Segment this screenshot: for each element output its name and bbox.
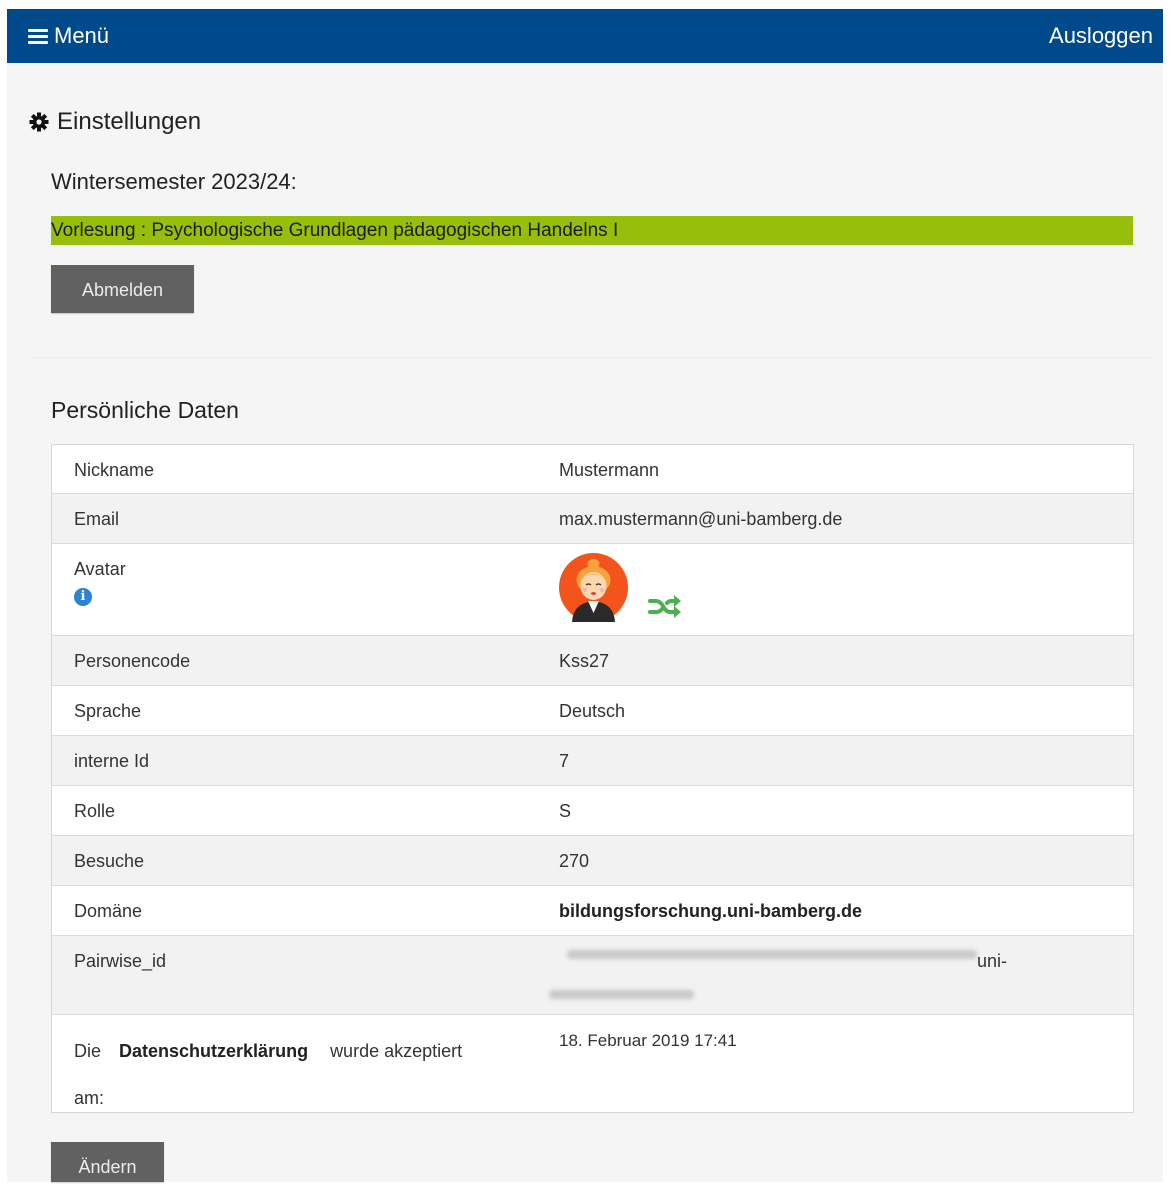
row-value: bildungsforschung.uni-bamberg.de: [559, 901, 862, 921]
avatar: [559, 553, 628, 622]
unsubscribe-button[interactable]: Abmelden: [51, 265, 194, 313]
semester-heading: Wintersemester 2023/24:: [51, 169, 297, 194]
table-row-avatar: Avatar i: [52, 543, 1133, 635]
table-row-email: Email max.mustermann@uni-bamberg.de: [52, 493, 1133, 543]
page-title: Einstellungen: [29, 107, 201, 137]
row-label: Email: [74, 509, 120, 529]
top-navbar: Menü Ausloggen: [7, 9, 1163, 63]
row-value: uni-: [977, 951, 1008, 971]
personal-data-heading: Persönliche Daten: [51, 397, 239, 423]
table-row-domaene: Domäne bildungsforschung.uni-bamberg.de: [52, 885, 1133, 935]
menu-label: Menü: [54, 23, 110, 48]
course-entry: Vorlesung : Psychologische Grundlagen pä…: [51, 216, 1133, 245]
table-row-nickname: Nickname Mustermann: [52, 445, 1133, 493]
table-row-privacy: Die Datenschutzerklärung wurde akzeptiert …: [52, 1014, 1133, 1112]
row-label: interne Id: [74, 751, 150, 771]
row-value: Deutsch: [559, 701, 626, 721]
row-label: Sprache: [74, 701, 142, 721]
logout-link[interactable]: Ausloggen: [1049, 22, 1153, 50]
app-frame: Menü Ausloggen Einstellungen Wintersemes…: [7, 9, 1163, 1182]
table-row-sprache: Sprache Deutsch: [52, 685, 1133, 735]
row-value: Mustermann: [559, 460, 660, 480]
info-icon[interactable]: i: [74, 588, 92, 606]
menu-button[interactable]: Menü: [28, 22, 109, 50]
row-label: Besuche: [74, 851, 145, 871]
privacy-prefix: Die: [74, 1041, 102, 1061]
table-row-besuche: Besuche 270: [52, 835, 1133, 885]
row-label: Rolle: [74, 801, 116, 821]
table-row-rolle: Rolle S: [52, 785, 1133, 835]
privacy-am: am:: [74, 1088, 105, 1108]
row-label: Pairwise_id: [74, 951, 167, 971]
change-button[interactable]: Ändern: [51, 1142, 164, 1182]
table-row-pairwise-id: Pairwise_id uni-: [52, 935, 1133, 1014]
row-value: Kss27: [559, 651, 610, 671]
redacted-value: [549, 946, 1029, 1006]
row-label: Avatar: [74, 559, 126, 579]
gear-icon: [29, 112, 49, 132]
section-divider: [31, 357, 1151, 358]
privacy-policy-link[interactable]: Datenschutzerklärung: [101, 1041, 330, 1061]
row-label: Personencode: [74, 651, 191, 671]
shuffle-icon[interactable]: [648, 592, 682, 622]
page-title-label: Einstellungen: [57, 108, 202, 135]
row-label: Nickname: [74, 460, 155, 480]
privacy-statement: Die Datenschutzerklärung wurde akzeptiert: [74, 1041, 462, 1062]
hamburger-icon: [28, 27, 50, 45]
privacy-accepted-date: 18. Februar 2019 17:41: [559, 1031, 737, 1050]
row-value: 270: [559, 851, 590, 871]
table-row-interne-id: interne Id 7: [52, 735, 1133, 785]
row-label: Domäne: [74, 901, 143, 921]
table-row-personencode: Personencode Kss27: [52, 635, 1133, 685]
row-value: max.mustermann@uni-bamberg.de: [559, 509, 843, 529]
personal-data-table: Nickname Mustermann Email max.mustermann…: [51, 444, 1134, 1113]
row-value: S: [559, 801, 572, 821]
privacy-suffix: wurde akzeptiert: [330, 1041, 463, 1061]
row-value: 7: [559, 751, 570, 771]
